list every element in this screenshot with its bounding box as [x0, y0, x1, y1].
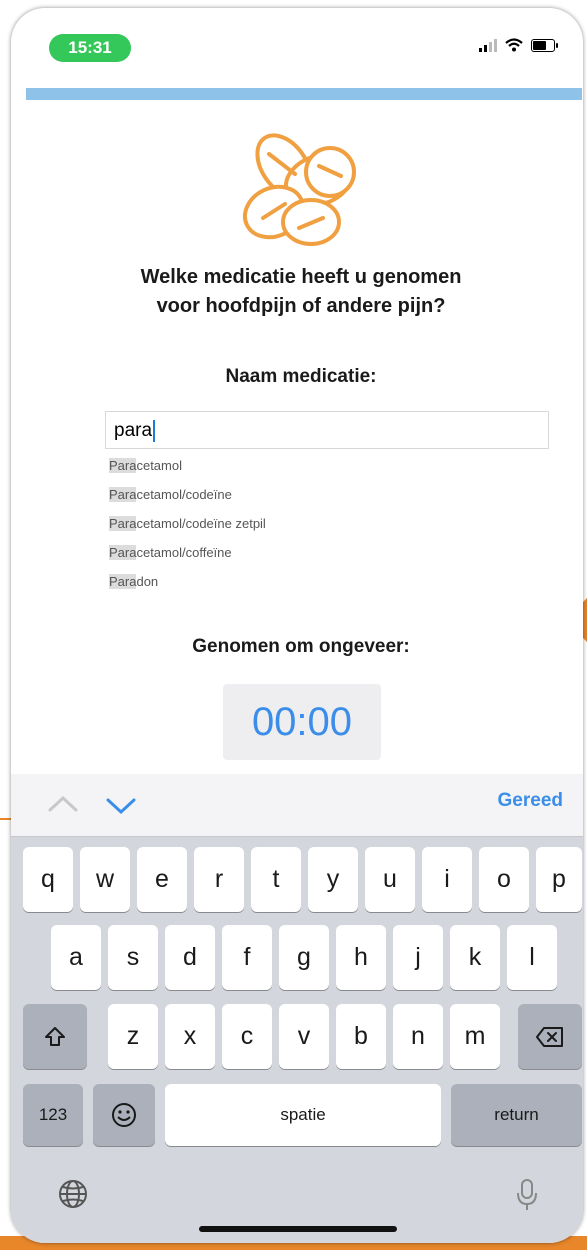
key-g[interactable]: g	[279, 925, 329, 990]
suggestion-item[interactable]: Paracetamol/coffeïne	[109, 538, 549, 567]
done-button[interactable]: Gereed	[498, 790, 563, 812]
key-s[interactable]: s	[108, 925, 158, 990]
key-b[interactable]: b	[336, 1004, 386, 1069]
shift-icon	[45, 1026, 65, 1046]
key-v[interactable]: v	[279, 1004, 329, 1069]
key-z[interactable]: z	[108, 1004, 158, 1069]
key-t[interactable]: t	[251, 847, 301, 912]
key-y[interactable]: y	[308, 847, 358, 912]
suggestion-match: Para	[109, 458, 137, 473]
key-j[interactable]: j	[393, 925, 443, 990]
key-l[interactable]: l	[507, 925, 557, 990]
medication-input-value: para	[114, 420, 153, 441]
key-q[interactable]: q	[23, 847, 73, 912]
wifi-icon	[505, 38, 523, 52]
status-bar: 15:31	[11, 8, 583, 78]
medication-name-input[interactable]: para	[105, 411, 549, 449]
shift-key[interactable]	[23, 1004, 87, 1069]
medication-name-label: Naam medicatie:	[225, 366, 377, 387]
text-cursor	[153, 419, 156, 442]
suggestion-item[interactable]: Paradon	[109, 567, 549, 596]
key-e[interactable]: e	[137, 847, 187, 912]
battery-icon	[531, 38, 558, 52]
key-a[interactable]: a	[51, 925, 101, 990]
key-h[interactable]: h	[336, 925, 386, 990]
pills-icon	[242, 133, 356, 246]
key-u[interactable]: u	[365, 847, 415, 912]
key-r[interactable]: r	[194, 847, 244, 912]
key-d[interactable]: d	[165, 925, 215, 990]
key-c[interactable]: c	[222, 1004, 272, 1069]
keyboard-toolbar: Gereed	[11, 774, 583, 837]
time-picker[interactable]: 00:00	[223, 684, 381, 760]
phone-screen: 15:31 Welke medicatie heeft u genomen vo…	[11, 8, 583, 1243]
key-m[interactable]: m	[450, 1004, 500, 1069]
suggestion-match: Para	[109, 545, 137, 560]
key-x[interactable]: x	[165, 1004, 215, 1069]
microphone-icon[interactable]	[515, 1178, 539, 1212]
keyboard: Gereed q w e r t y u i o p a s d f g h j…	[11, 774, 583, 1243]
delete-key[interactable]	[518, 1004, 582, 1069]
emoji-icon	[112, 1103, 136, 1127]
numbers-key[interactable]: 123	[23, 1084, 83, 1146]
status-time: 15:31	[49, 34, 131, 62]
status-icons	[479, 38, 558, 52]
suggestion-list: Paracetamol Paracetamol/codeïne Paraceta…	[109, 451, 549, 599]
key-p[interactable]: p	[536, 847, 582, 912]
progress-bar	[26, 88, 582, 100]
question-text: Welke medicatie heeft u genomen voor hoo…	[71, 263, 531, 321]
key-f[interactable]: f	[222, 925, 272, 990]
backspace-icon	[536, 1026, 563, 1047]
suggestion-item[interactable]: Paracetamol	[109, 451, 549, 480]
suggestion-item[interactable]: Paracetamol/codeïne	[109, 480, 549, 509]
question-line-2: voor hoofdpijn of andere pijn?	[156, 295, 446, 317]
suggestion-match: Para	[109, 516, 137, 531]
suggestion-rest: cetamol/coffeïne	[136, 545, 232, 560]
suggestion-item[interactable]: Paracetamol/codeïne zetpil	[109, 509, 549, 538]
key-i[interactable]: i	[422, 847, 472, 912]
suggestion-rest: cetamol/codeïne zetpil	[136, 516, 266, 531]
chevron-down-icon[interactable]	[105, 796, 137, 816]
return-key[interactable]: return	[451, 1084, 582, 1146]
key-w[interactable]: w	[80, 847, 130, 912]
space-key[interactable]: spatie	[165, 1084, 441, 1146]
chevron-up-icon[interactable]	[47, 794, 79, 814]
key-n[interactable]: n	[393, 1004, 443, 1069]
suggestion-match: Para	[109, 487, 137, 502]
suggestion-rest: don	[136, 574, 159, 589]
home-indicator[interactable]	[199, 1226, 397, 1232]
globe-icon[interactable]	[57, 1178, 89, 1210]
emoji-key[interactable]	[93, 1084, 155, 1146]
suggestion-rest: cetamol	[136, 458, 182, 473]
suggestion-match: Para	[109, 574, 137, 589]
key-k[interactable]: k	[450, 925, 500, 990]
suggestion-rest: cetamol/codeïne	[136, 487, 232, 502]
taken-time-label: Genomen om ongeveer:	[192, 636, 410, 657]
key-o[interactable]: o	[479, 847, 529, 912]
question-line-1: Welke medicatie heeft u genomen	[140, 266, 462, 288]
cellular-signal-icon	[479, 38, 497, 52]
